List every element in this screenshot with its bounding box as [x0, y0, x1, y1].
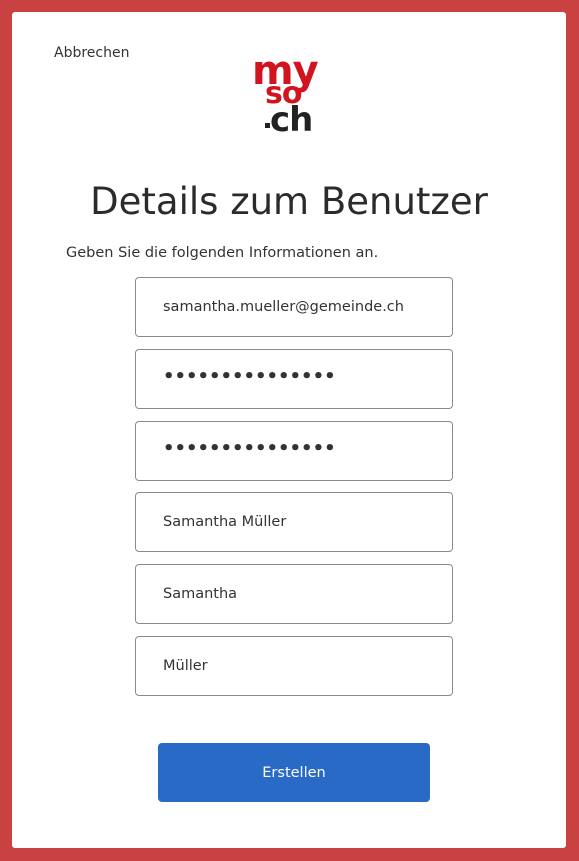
- intro-text: Geben Sie die folgenden Informationen an…: [66, 245, 379, 261]
- logo-text-ch: ch: [270, 100, 313, 140]
- display-name-field[interactable]: Samantha Müller: [135, 492, 453, 552]
- create-button[interactable]: Erstellen: [158, 743, 430, 802]
- cancel-link[interactable]: Abbrechen: [54, 45, 129, 61]
- page-title: Details zum Benutzer: [90, 180, 488, 223]
- surname-field[interactable]: Müller: [135, 636, 453, 696]
- email-field[interactable]: samantha.mueller@gemeinde.ch: [135, 277, 453, 337]
- myso-logo: my so ch: [250, 48, 340, 148]
- password-field[interactable]: •••••••••••••••: [135, 349, 453, 409]
- signup-card: Abbrechen my so ch Details zum Benutzer …: [12, 12, 566, 848]
- given-name-field[interactable]: Samantha: [135, 564, 453, 624]
- password-confirm-field[interactable]: •••••••••••••••: [135, 421, 453, 481]
